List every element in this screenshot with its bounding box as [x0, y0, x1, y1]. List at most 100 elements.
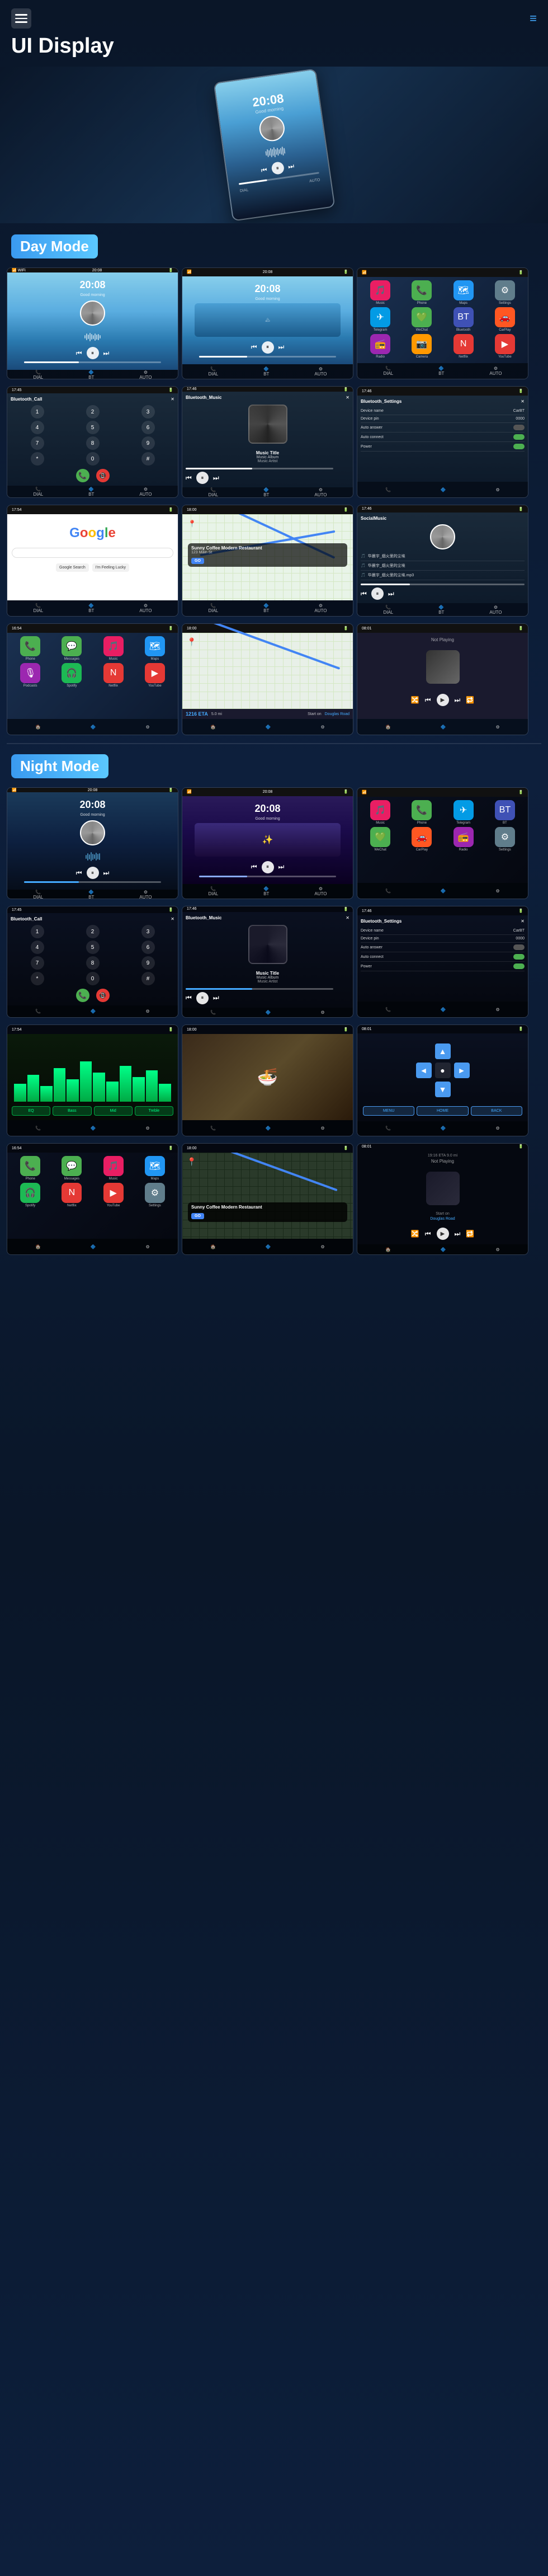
n-power-toggle[interactable]: [513, 963, 525, 969]
cp-maps-dock-home[interactable]: 🏠: [210, 725, 216, 730]
app-camera[interactable]: 📷 Camera: [402, 334, 441, 359]
app-youtube[interactable]: ▶ YouTube: [485, 334, 525, 359]
n-dock-auto-5[interactable]: ⚙: [321, 1010, 325, 1015]
google-lucky-btn[interactable]: I'm Feeling Lucky: [92, 563, 129, 572]
bt-prev[interactable]: ⏮: [186, 474, 192, 482]
np-prev[interactable]: ⏮: [425, 696, 431, 704]
nmp1-prev[interactable]: ⏮: [76, 869, 82, 877]
cp-podcasts[interactable]: 🎙 Podcasts: [11, 663, 50, 688]
mp1-prev[interactable]: ⏮: [76, 349, 82, 358]
song-item-2[interactable]: 🎵 华晨宇_烟火里的尘埃: [361, 561, 525, 571]
numpad-0[interactable]: 0: [86, 452, 100, 466]
n-dock-auto-3[interactable]: ⚙: [496, 889, 500, 894]
n-numpad-5[interactable]: 5: [86, 941, 100, 954]
google-search-bar[interactable]: [12, 548, 173, 558]
google-search-btn[interactable]: Google Search: [56, 563, 89, 572]
song-item-3[interactable]: 🎵 华晨宇_烟火里的尘埃.mp3: [361, 571, 525, 580]
n-cp-dock-home[interactable]: 🏠: [35, 1244, 41, 1249]
cp-youtube[interactable]: ▶ YouTube: [135, 663, 174, 688]
dock-auto-6[interactable]: ⚙: [496, 487, 500, 492]
cp-maps-dock-settings[interactable]: ⚙: [321, 725, 325, 730]
numpad-2[interactable]: 2: [86, 405, 100, 419]
arrow-up[interactable]: ▲: [435, 1043, 451, 1059]
nmp1-next[interactable]: ⏭: [103, 869, 110, 877]
n-dock-dial-9[interactable]: 📞: [385, 1126, 391, 1131]
n-dock-dial-8[interactable]: 📞: [210, 1126, 216, 1131]
viz-btn-2[interactable]: Bass: [53, 1106, 91, 1116]
n-cp-music[interactable]: 🎵 Music: [94, 1156, 133, 1181]
n-np-prev[interactable]: ⏮: [425, 1230, 431, 1238]
menu-icon[interactable]: ≡: [530, 11, 537, 26]
n-numpad-0[interactable]: 0: [86, 972, 100, 985]
arrow-left[interactable]: ◄: [416, 1063, 432, 1078]
app-carplay[interactable]: 🚗 CarPlay: [485, 307, 525, 332]
n-dock-dial-6[interactable]: 📞: [385, 1007, 391, 1012]
cp-music[interactable]: 🎵 Music: [94, 636, 133, 661]
n-numpad-4[interactable]: 4: [31, 941, 44, 954]
nmp1-play[interactable]: ⏸: [87, 867, 99, 879]
dock-auto-3[interactable]: ⚙AUTO: [489, 366, 502, 376]
numpad-7[interactable]: 7: [31, 436, 44, 450]
app-bt[interactable]: BT Bluetooth: [444, 307, 483, 332]
n-app-telegram[interactable]: ✈ Telegram: [444, 800, 483, 825]
dock-bt-8[interactable]: 🔷BT: [263, 603, 269, 613]
nav-ctrl-1[interactable]: MENU: [363, 1106, 414, 1116]
n-numpad-hash[interactable]: #: [141, 972, 155, 985]
n-cp-settings[interactable]: ⚙ Settings: [135, 1183, 174, 1207]
app-settings[interactable]: ⚙ Settings: [485, 280, 525, 305]
n-dock-bt-8[interactable]: 🔷: [266, 1126, 271, 1131]
n-bt-prev[interactable]: ⏮: [186, 994, 192, 1002]
n-cp-maps-dock-home[interactable]: 🏠: [210, 1244, 216, 1249]
np-play[interactable]: ▶: [437, 694, 449, 706]
n-np-dock-home[interactable]: 🏠: [385, 1247, 391, 1252]
n-cp-go-btn[interactable]: GO: [191, 1213, 204, 1219]
call-btn[interactable]: 📞: [76, 469, 89, 482]
app-music[interactable]: 🎵 Music: [361, 280, 400, 305]
cp-spotify[interactable]: 🎧 Spotify: [52, 663, 91, 688]
n-cp-phone[interactable]: 📞 Phone: [11, 1156, 50, 1181]
dock-bt-5[interactable]: 🔷BT: [263, 487, 269, 497]
n-cp-youtube[interactable]: ▶ YouTube: [94, 1183, 133, 1207]
app-wechat[interactable]: 💚 WeChat: [402, 307, 441, 332]
social-next[interactable]: ⏭: [388, 590, 394, 598]
dock-dial-7[interactable]: 📞DIAL: [33, 603, 43, 613]
numpad-3[interactable]: 3: [141, 405, 155, 419]
dock-bt-2[interactable]: 🔷BT: [263, 366, 269, 377]
n-app-phone[interactable]: 📞 Phone: [402, 800, 441, 825]
mp2-play[interactable]: ⏸: [262, 341, 274, 354]
dock-bt-9[interactable]: 🔷BT: [438, 605, 444, 615]
dock-auto-5[interactable]: ⚙AUTO: [314, 487, 327, 497]
cp-phone[interactable]: 📞 Phone: [11, 636, 50, 661]
n-dock-dial-2[interactable]: 📞DIAL: [208, 886, 218, 896]
n-numpad-1[interactable]: 1: [31, 925, 44, 938]
n-dock-auto-1[interactable]: ⚙AUTO: [139, 890, 152, 899]
mp1-next[interactable]: ⏭: [103, 349, 110, 358]
nav-ctrl-2[interactable]: HOME: [417, 1106, 468, 1116]
n-dock-dial-7[interactable]: 📞: [35, 1126, 41, 1131]
bt-play[interactable]: ⏸: [196, 472, 209, 484]
n-np-repeat[interactable]: 🔁: [466, 1230, 474, 1238]
n-dock-bt-5[interactable]: 🔷: [266, 1010, 271, 1015]
n-cp-dock-bt[interactable]: 🔷: [91, 1244, 96, 1249]
dock-auto-2[interactable]: ⚙AUTO: [314, 366, 327, 377]
dock-bt[interactable]: 🔷BT: [88, 370, 94, 379]
n-app-settings[interactable]: ⚙ Settings: [485, 827, 525, 852]
app-phone[interactable]: 📞 Phone: [402, 280, 441, 305]
n-dock-auto-2[interactable]: ⚙AUTO: [314, 886, 327, 896]
dock-dial-4[interactable]: 📞DIAL: [33, 487, 43, 497]
n-dock-bt-9[interactable]: 🔷: [441, 1126, 446, 1131]
dock-bt-7[interactable]: 🔷BT: [88, 603, 94, 613]
n-cp-maps-dock-bt[interactable]: 🔷: [266, 1244, 271, 1249]
hero-play-btn[interactable]: ⏸: [270, 161, 284, 175]
end-call-btn[interactable]: 📵: [96, 469, 110, 482]
dock-auto-8[interactable]: ⚙AUTO: [314, 603, 327, 613]
np-shuffle[interactable]: 🔀: [411, 696, 419, 704]
np-dock-home[interactable]: 🏠: [385, 725, 391, 730]
n-numpad-8[interactable]: 8: [86, 956, 100, 970]
n-dock-bt-6[interactable]: 🔷: [441, 1007, 446, 1012]
n-end-call-btn[interactable]: 📵: [96, 989, 110, 1002]
nmp2-play[interactable]: ⏸: [262, 861, 274, 873]
n-dock-dial-5[interactable]: 📞: [210, 1010, 216, 1015]
nav-ctrl-3[interactable]: BACK: [471, 1106, 522, 1116]
n-numpad-7[interactable]: 7: [31, 956, 44, 970]
